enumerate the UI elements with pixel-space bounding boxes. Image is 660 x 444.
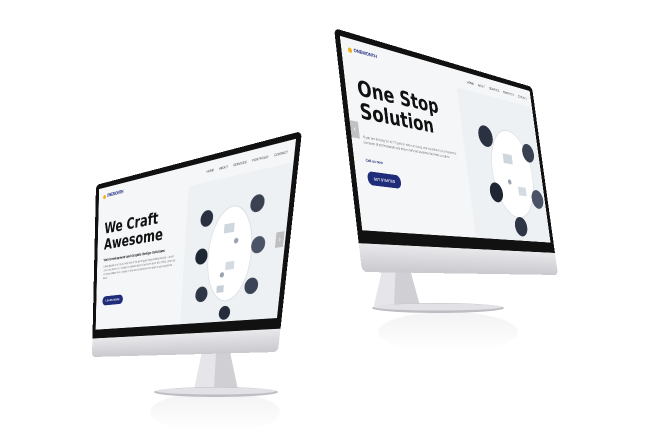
right-hero-title: One Stop Solution <box>356 76 442 138</box>
right-menu-item-home[interactable]: HOME <box>467 81 474 86</box>
mockup-stage: ONEMONTH HOME ABOUT SERVICES PORTFOLIO C… <box>0 0 660 444</box>
left-hero-title: We Craft Awesome <box>104 209 165 253</box>
left-menu-item-services[interactable]: SERVICES <box>233 160 247 167</box>
right-logo-text: ONEMONTH <box>353 48 377 61</box>
left-menu-item-contact[interactable]: CONTACT <box>274 150 288 158</box>
right-menu-item-about[interactable]: ABOUT <box>478 84 486 89</box>
left-menu-item-about[interactable]: ABOUT <box>219 165 228 171</box>
right-monitor-bezel: ONEMONTH HOME ABOUT SERVICES PORTFOLIO C… <box>334 28 555 253</box>
right-hero-photo <box>457 87 551 242</box>
right-menu-item-services[interactable]: SERVICES <box>489 87 500 93</box>
right-monitor-screen: ONEMONTH HOME ABOUT SERVICES PORTFOLIO C… <box>340 36 551 243</box>
right-hero-body: If you are looking for an IT partner who… <box>363 135 460 162</box>
logo-mark-icon <box>348 47 353 53</box>
left-menu-item-portfolio[interactable]: PORTFOLIO <box>252 155 268 163</box>
left-monitor-screen: ONEMONTH HOME ABOUT SERVICES PORTFOLIO C… <box>96 139 296 330</box>
left-menu-item-home[interactable]: HOME <box>206 168 214 174</box>
right-menu-item-portfolio[interactable]: PORTFOLIO <box>503 91 514 97</box>
logo-mark-icon <box>103 194 106 199</box>
right-site-logo[interactable]: ONEMONTH <box>348 46 378 60</box>
right-monitor: ONEMONTH HOME ABOUT SERVICES PORTFOLIO C… <box>334 28 532 87</box>
right-monitor-reflection <box>378 312 518 352</box>
left-monitor-stand <box>130 352 290 398</box>
right-slider-arrow-left[interactable]: ‹ <box>350 120 360 139</box>
left-logo-text: ONEMONTH <box>107 190 124 199</box>
right-hero-link[interactable]: Call us now <box>365 158 382 165</box>
right-menu-item-contact[interactable]: CONTACT <box>518 95 527 101</box>
left-site-logo[interactable]: ONEMONTH <box>103 190 123 200</box>
left-cta-button[interactable]: LEARN MORE <box>102 294 123 305</box>
left-monitor: ONEMONTH HOME ABOUT SERVICES PORTFOLIO C… <box>96 131 302 185</box>
left-monitor-bezel: ONEMONTH HOME ABOUT SERVICES PORTFOLIO C… <box>92 131 302 339</box>
right-cta-button[interactable]: GET STARTED <box>367 171 402 189</box>
